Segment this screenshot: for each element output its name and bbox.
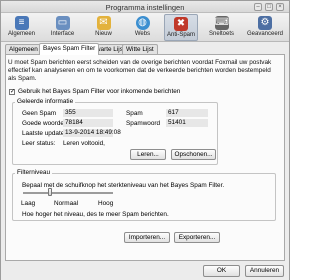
slider-label-normaal: Normaal xyxy=(54,200,79,207)
toolbar-item-algemeen[interactable]: ≡ Algemeen xyxy=(6,14,37,41)
use-filter-checkbox[interactable]: ✓ xyxy=(9,89,15,95)
interface-icon: ▭ xyxy=(55,16,70,30)
maximize-button[interactable]: □ xyxy=(265,3,273,11)
dialog-button-bar: OK Annuleren xyxy=(1,262,289,280)
import-button[interactable]: Importeren... xyxy=(124,232,170,243)
goede-woorden-value: 78184 xyxy=(63,119,113,127)
toolbar-label: Geavanceerd xyxy=(246,31,284,37)
close-window-button[interactable]: × xyxy=(276,3,284,11)
toolbar-item-nieuw[interactable]: ✉ Nieuw xyxy=(88,14,119,41)
keyboard-icon: ⌨ xyxy=(214,16,229,30)
minimize-button[interactable]: – xyxy=(254,3,262,11)
toolbar-label: Algemeen xyxy=(7,31,36,37)
toolbar-item-anti-spam[interactable]: ✖ Anti-Spam xyxy=(164,14,198,41)
toolbar-item-sneltoets[interactable]: ⌨ Sneltoets xyxy=(206,14,237,41)
settings-toolbar: ≡ Algemeen ▭ Interface ✉ Nieuw ◍ Webs ✖ … xyxy=(1,13,289,42)
use-filter-label: Gebruik het Bayes Spam Filter voor inkom… xyxy=(18,88,181,95)
title-bar: Programma instellingen – □ × xyxy=(1,1,289,13)
filter-level-title: Filterniveau xyxy=(15,169,53,176)
toolbar-label: Interface xyxy=(50,31,75,37)
learned-info-title: Geleerde informatie xyxy=(15,98,76,105)
shield-icon: ✖ xyxy=(174,17,188,31)
goede-woorden-label: Goede woorden xyxy=(22,120,68,127)
toolbar-item-geavanceerd[interactable]: ⚙ Geavanceerd xyxy=(246,14,284,41)
export-button[interactable]: Exporteren... xyxy=(174,232,220,243)
geen-spam-value: 355 xyxy=(63,109,113,117)
leer-status-value: Leren voltooid, xyxy=(63,140,105,147)
slider-label-hoog: Hoog xyxy=(98,200,114,207)
filter-level-slider-track xyxy=(23,192,113,194)
geen-spam-label: Geen Spam xyxy=(22,110,57,117)
slider-label-laag: Laag xyxy=(21,200,36,207)
laatste-update-value: 13-9-2014 18:49:08 xyxy=(63,129,121,137)
toolbar-label: Anti-Spam xyxy=(166,32,195,38)
settings-window: Programma instellingen – □ × ≡ Algemeen … xyxy=(0,0,290,280)
spamwoord-value: 51401 xyxy=(166,119,208,127)
settings-icon: ≡ xyxy=(14,16,29,30)
filter-level-slider[interactable] xyxy=(48,188,52,196)
toolbar-label: Webs xyxy=(134,31,151,37)
spam-label: Spam xyxy=(126,110,143,117)
new-icon: ✉ xyxy=(96,16,111,30)
globe-icon: ◍ xyxy=(135,16,150,30)
toolbar-label: Sneltoets xyxy=(208,31,235,37)
window-title: Programma instellingen xyxy=(105,3,185,12)
cancel-button[interactable]: Annuleren xyxy=(245,265,284,277)
leren-button[interactable]: Leren... xyxy=(130,149,166,160)
opschonen-button[interactable]: Opschonen... xyxy=(171,149,216,160)
toolbar-item-interface[interactable]: ▭ Interface xyxy=(47,14,78,41)
tab-bayes-spam-filter[interactable]: Bayes Spam Filter xyxy=(39,43,100,55)
laatste-update-label: Laatste update: xyxy=(22,130,67,137)
spam-value: 617 xyxy=(166,109,208,117)
ok-button[interactable]: OK xyxy=(203,265,240,277)
toolbar-item-webs[interactable]: ◍ Webs xyxy=(127,14,158,41)
intro-text: U moet Spam berichten eerst scheiden van… xyxy=(8,59,272,82)
gear-icon: ⚙ xyxy=(258,16,272,30)
spamwoord-label: Spamwoord xyxy=(126,120,161,127)
toolbar-label: Nieuw xyxy=(95,31,112,37)
leer-status-label: Leer status: xyxy=(22,140,56,147)
filter-level-note: Hoe hoger het niveau, des te meer Spam b… xyxy=(22,211,169,218)
filter-level-description: Bepaal met de schuifknop het sterktenive… xyxy=(22,182,225,189)
